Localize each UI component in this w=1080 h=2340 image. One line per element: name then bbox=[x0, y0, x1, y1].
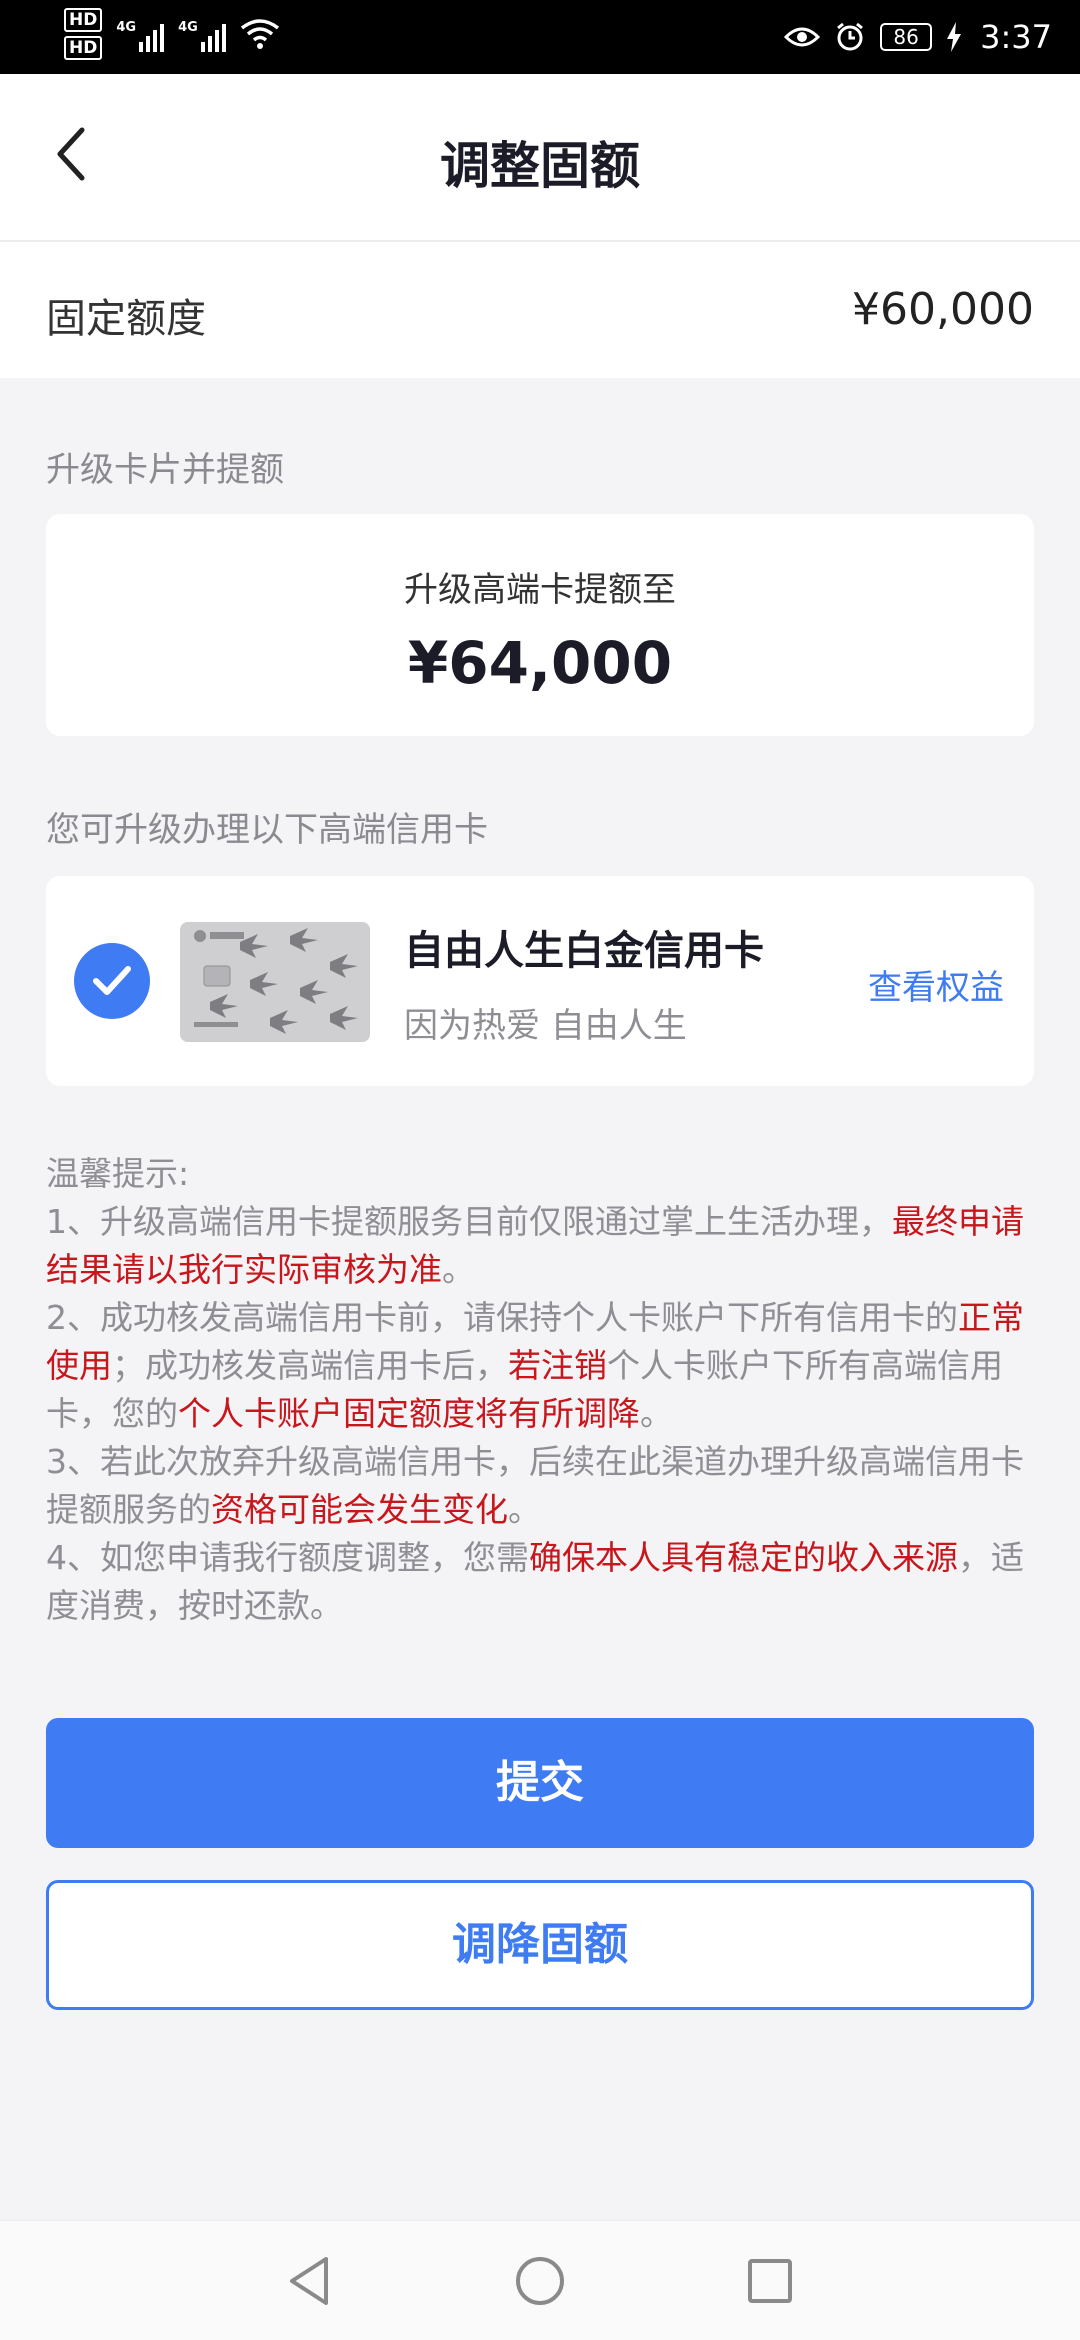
tip-1-text: 1、升级高端信用卡提额服务目前仅限通过掌上生活办理， bbox=[46, 1202, 892, 1241]
fixed-quota-value: ¥60,000 bbox=[852, 284, 1034, 335]
checkmark-icon[interactable] bbox=[74, 943, 150, 1019]
page-title: 调整固额 bbox=[440, 137, 640, 195]
tip-4-text: 4、如您申请我行额度调整，您需 bbox=[46, 1538, 529, 1577]
fixed-quota-row: 固定额度 ¥60,000 bbox=[0, 242, 1080, 378]
card-option[interactable]: 自由人生白金信用卡 因为热爱 自由人生 查看权益 bbox=[46, 876, 1034, 1086]
tip-2-text-a: 2、成功核发高端信用卡前，请保持个人卡账户下所有信用卡的 bbox=[46, 1298, 958, 1337]
tip-2-text-b: ；成功核发高端信用卡后， bbox=[112, 1346, 508, 1385]
upgrade-amount-card: 升级高端卡提额至 ¥64,000 bbox=[46, 514, 1034, 736]
tip-3: 3、若此次放弃升级高端信用卡，后续在此渠道办理升级高端信用卡提额服务的资格可能会… bbox=[46, 1438, 1036, 1534]
view-benefits-link[interactable]: 查看权益 bbox=[868, 960, 1004, 1009]
tip-2-highlight-b: 若注销 bbox=[508, 1346, 607, 1385]
cards-section-label: 您可升级办理以下高端信用卡 bbox=[46, 810, 488, 850]
signal-icon-2: 4G bbox=[178, 16, 226, 52]
tip-2: 2、成功核发高端信用卡前，请保持个人卡账户下所有信用卡的正常使用；成功核发高端信… bbox=[46, 1294, 1036, 1438]
upgrade-amount: ¥64,000 bbox=[407, 629, 673, 697]
nav-home-icon[interactable] bbox=[510, 2251, 570, 2311]
wifi-icon bbox=[240, 19, 279, 49]
signal-icon-1: 4G bbox=[116, 16, 165, 52]
tip-1: 1、升级高端信用卡提额服务目前仅限通过掌上生活办理，最终申请结果请以我行实际审核… bbox=[46, 1198, 1036, 1294]
card-slogan: 因为热爱 自由人生 bbox=[404, 1006, 687, 1046]
tip-1-end: 。 bbox=[442, 1250, 475, 1289]
upgrade-section-label: 升级卡片并提额 bbox=[46, 450, 284, 490]
tip-2-highlight-c: 个人卡账户固定额度将有所调降 bbox=[178, 1394, 640, 1433]
upgrade-subtitle: 升级高端卡提额至 bbox=[404, 570, 676, 610]
fixed-quota-label: 固定额度 bbox=[46, 296, 206, 342]
card-name: 自由人生白金信用卡 bbox=[404, 928, 764, 974]
status-bar-right: 86 3:37 bbox=[784, 0, 1052, 74]
credit-card-image bbox=[180, 922, 370, 1042]
status-bar-left: HD HD 4G 4G bbox=[64, 8, 280, 60]
tip-3-end: 。 bbox=[508, 1490, 541, 1529]
reduce-quota-button[interactable]: 调降固额 bbox=[46, 1880, 1034, 2010]
tips-heading: 温馨提示: bbox=[46, 1154, 190, 1193]
tips-text: 温馨提示: 1、升级高端信用卡提额服务目前仅限通过掌上生活办理，最终申请结果请以… bbox=[46, 1150, 1036, 1630]
hd-indicators: HD HD bbox=[64, 8, 103, 60]
nav-recents-icon[interactable] bbox=[740, 2251, 800, 2311]
tip-4-highlight: 确保本人具有稳定的收入来源 bbox=[529, 1538, 958, 1577]
status-bar: HD HD 4G 4G 86 3:37 bbox=[0, 0, 1080, 74]
app-header: 调整固额 bbox=[0, 74, 1080, 242]
eye-icon bbox=[784, 27, 821, 47]
hd-badge-2: HD bbox=[64, 36, 103, 60]
tip-3-highlight: 资格可能会发生变化 bbox=[211, 1490, 508, 1529]
tip-2-end: 。 bbox=[640, 1394, 673, 1433]
hd-badge-1: HD bbox=[64, 8, 103, 32]
network-type-2: 4G bbox=[178, 20, 198, 35]
system-nav-bar bbox=[0, 2220, 1080, 2340]
nav-back-icon[interactable] bbox=[280, 2251, 340, 2311]
charging-icon bbox=[947, 22, 962, 52]
alarm-icon bbox=[837, 22, 864, 51]
battery-icon: 86 bbox=[880, 23, 933, 51]
network-type-1: 4G bbox=[116, 20, 137, 35]
status-time: 3:37 bbox=[980, 18, 1052, 56]
submit-button[interactable]: 提交 bbox=[46, 1718, 1034, 1848]
tip-4: 4、如您申请我行额度调整，您需确保本人具有稳定的收入来源，适度消费，按时还款。 bbox=[46, 1534, 1036, 1630]
